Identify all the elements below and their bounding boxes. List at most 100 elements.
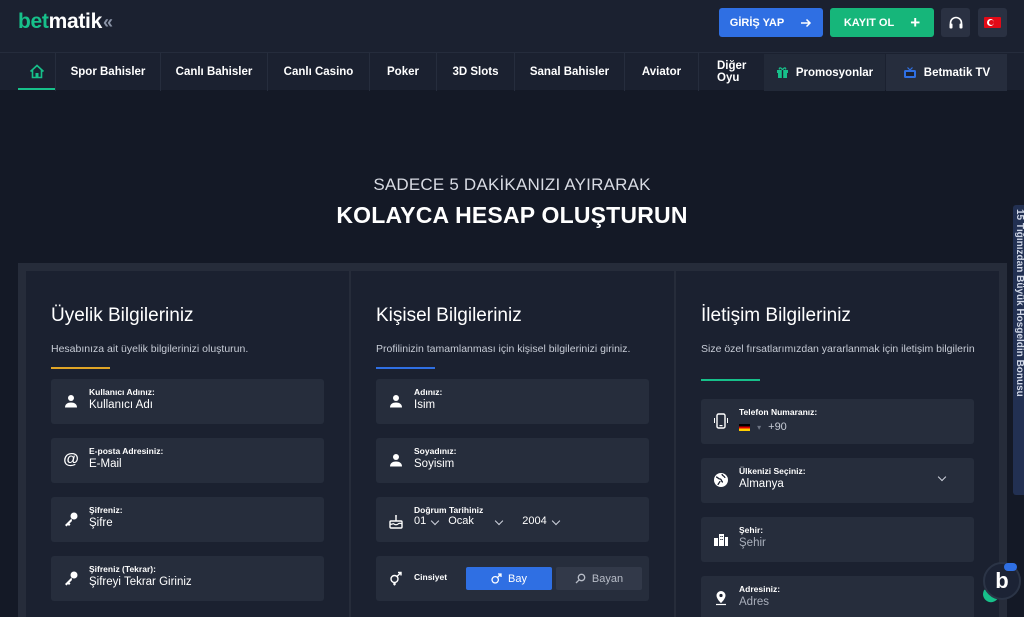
- phone-input[interactable]: ▾ +90: [739, 421, 787, 433]
- birth-month-value: Ocak: [448, 515, 474, 527]
- country-label: Ülkenizi Seçiniz:: [739, 466, 806, 476]
- chat-icon: b: [995, 568, 1009, 593]
- personal-description: Profilinizin tamamlanması için kişisel b…: [376, 343, 631, 355]
- gender-field: Cinsiyet Bay Bayan: [376, 556, 649, 601]
- surname-label: Soyadınız:: [414, 446, 457, 456]
- tv-icon: [903, 66, 916, 78]
- name-input[interactable]: Isim: [414, 399, 435, 411]
- nav-item-label: Poker: [387, 66, 419, 78]
- nav-item-aviator[interactable]: Aviator: [624, 53, 698, 91]
- cake-icon: [388, 512, 404, 530]
- headset-icon: [949, 16, 962, 28]
- surname-input[interactable]: Soyisim: [414, 458, 454, 470]
- nav-item-diger-oyunlar[interactable]: Diğer Oyu: [698, 53, 764, 91]
- nav-item-poker[interactable]: Poker: [369, 53, 436, 91]
- country-field[interactable]: Ülkenizi Seçiniz: Almanya: [701, 458, 974, 503]
- username-input[interactable]: Kullanıcı Adı: [89, 399, 153, 411]
- hero-title: KOLAYCA HESAP OLUŞTURUN: [336, 202, 688, 228]
- key-icon: [63, 569, 79, 587]
- plus-icon: +: [910, 12, 921, 32]
- country-code-chevron-icon: ▾: [757, 423, 762, 432]
- logo[interactable]: betmatik«: [18, 10, 113, 34]
- nav-item-label: 3D Slots: [452, 66, 499, 78]
- username-field[interactable]: Kullanıcı Adınız: Kullanıcı Adı: [51, 379, 324, 424]
- chevron-down-icon: [431, 516, 440, 526]
- nav-item-spor-bahisler[interactable]: Spor Bahisler: [55, 53, 160, 91]
- contact-accent-line: [701, 379, 760, 381]
- password-confirm-input[interactable]: Şifreyi Tekrar Giriniz: [89, 576, 192, 588]
- email-label: E-posta Adresiniz:: [89, 446, 164, 456]
- nav-promotions[interactable]: Promosyonlar: [764, 54, 885, 91]
- bonus-side-tab-label: 15 Tığınızdan Büyük Hosgeldin Bonusu: [1014, 209, 1024, 397]
- password-confirm-field[interactable]: Şifreniz (Tekrar): Şifreyi Tekrar Girini…: [51, 556, 324, 601]
- address-field[interactable]: Adresiniz: Adres: [701, 576, 974, 617]
- membership-title: Üyelik Bilgileriniz: [51, 305, 194, 326]
- login-button[interactable]: GİRİŞ YAP: [719, 8, 823, 37]
- address-label: Adresiniz:: [739, 584, 781, 594]
- name-field[interactable]: Adınız: Isim: [376, 379, 649, 424]
- email-input[interactable]: E-Mail: [89, 458, 122, 470]
- membership-section: Üyelik Bilgileriniz Hesabınıza ait üyeli…: [26, 271, 349, 617]
- surname-field[interactable]: Soyadınız: Soyisim: [376, 438, 649, 483]
- name-label: Adınız:: [414, 387, 443, 397]
- nav-item-label: Spor Bahisler: [70, 66, 146, 78]
- female-icon: [575, 573, 586, 584]
- nav-home[interactable]: [18, 54, 55, 90]
- nav-betmatik-tv[interactable]: Betmatik TV: [886, 54, 1007, 91]
- birth-year-select[interactable]: 2004: [522, 515, 560, 527]
- birthdate-field: Doğrum Tarihiniz 01 Ocak 2004: [376, 497, 649, 542]
- register-button[interactable]: KAYIT OL +: [830, 8, 934, 37]
- personal-section: Kişisel Bilgileriniz Profilinizin tamaml…: [351, 271, 674, 617]
- personal-accent-line: [376, 367, 435, 369]
- chevron-down-icon: [494, 516, 504, 526]
- header: betmatik« GİRİŞ YAP KAYIT OL +: [0, 0, 1024, 52]
- password-label: Şifreniz:: [89, 505, 123, 515]
- home-icon: [29, 63, 44, 78]
- city-input[interactable]: Şehir: [739, 537, 766, 549]
- nav-item-label: Canlı Casino: [283, 66, 354, 78]
- city-icon: [713, 530, 729, 548]
- male-icon: [491, 573, 502, 584]
- nav-item-3d-slots[interactable]: 3D Slots: [436, 53, 514, 91]
- logo-chevrons: «: [102, 12, 113, 32]
- support-button[interactable]: [941, 8, 970, 37]
- at-icon: @: [63, 451, 79, 468]
- birth-month-select[interactable]: Ocak: [448, 515, 512, 527]
- gender-female-button[interactable]: Bayan: [556, 567, 642, 590]
- password-field[interactable]: Şifreniz: Şifre: [51, 497, 324, 542]
- language-button[interactable]: [978, 8, 1007, 37]
- nav-promotions-label: Promosyonlar: [795, 66, 874, 79]
- gift-icon: [776, 67, 788, 78]
- city-field[interactable]: Şehir: Şehir: [701, 517, 974, 562]
- nav-item-sanal-bahisler[interactable]: Sanal Bahisler: [514, 53, 624, 91]
- country-select-value: Almanya: [739, 478, 784, 490]
- phone-prefix: +90: [768, 421, 787, 433]
- nav-item-canli-casino[interactable]: Canlı Casino: [267, 53, 369, 91]
- nav-betmatik-tv-label: Betmatik TV: [923, 66, 991, 79]
- gender-label: Cinsiyet: [414, 572, 448, 582]
- phone-field[interactable]: Telefon Numaranız: ▾ +90: [701, 399, 974, 444]
- birthdate-label: Doğrum Tarihiniz: [414, 505, 484, 515]
- hero-subtitle: SADECE 5 DAKİKANIZI AYIRARAK: [373, 175, 651, 194]
- email-field[interactable]: @ E-posta Adresiniz: E-Mail: [51, 438, 324, 483]
- globe-icon: [713, 471, 729, 489]
- username-label: Kullanıcı Adınız:: [89, 387, 155, 397]
- password-input[interactable]: Şifre: [89, 517, 113, 529]
- membership-description: Hesabınıza ait üyelik bilgilerinizi oluş…: [51, 343, 249, 355]
- address-input[interactable]: Adres: [739, 596, 769, 608]
- chevron-down-icon: [937, 472, 947, 482]
- birth-year-value: 2004: [522, 515, 547, 527]
- chat-notification-dot: [1004, 563, 1017, 571]
- turkey-flag-icon: [984, 17, 1001, 28]
- city-label: Şehir:: [739, 525, 764, 535]
- chevron-down-icon: [551, 516, 560, 526]
- bonus-side-tab[interactable]: 15 Tığınızdan Büyük Hosgeldin Bonusu: [1013, 205, 1024, 495]
- membership-accent-line: [51, 367, 110, 369]
- gender-male-button[interactable]: Bay: [466, 567, 552, 590]
- contact-section: İletişim Bilgileriniz Size özel fırsatla…: [676, 271, 999, 617]
- personal-title: Kişisel Bilgileriniz: [376, 305, 522, 326]
- birth-day-select[interactable]: 01: [414, 515, 440, 527]
- user-icon: [388, 392, 404, 410]
- nav-item-canli-bahisler[interactable]: Canlı Bahisler: [160, 53, 267, 91]
- arrow-right-icon: [801, 18, 812, 27]
